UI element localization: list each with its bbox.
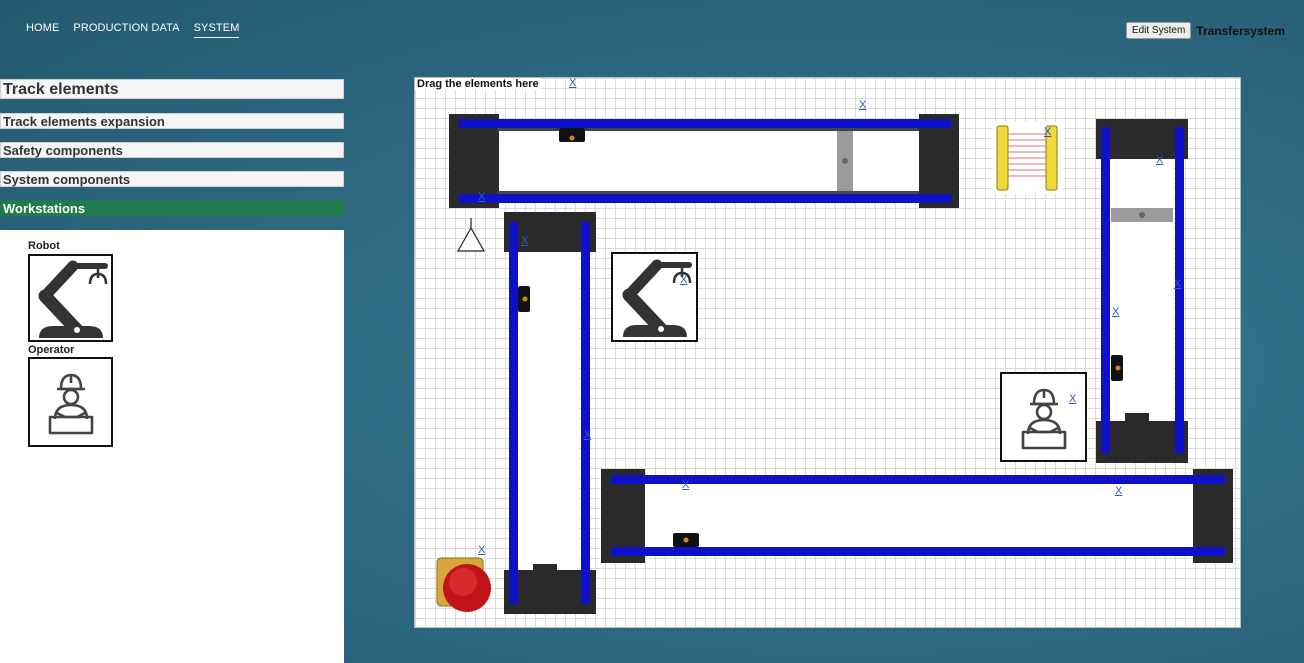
tool-label-robot: Robot xyxy=(28,240,60,252)
system-title: Transfersystem xyxy=(1196,23,1285,38)
robot-arm-icon xyxy=(38,260,108,338)
robot-workstation[interactable] xyxy=(611,252,698,342)
robot-tool[interactable] xyxy=(28,254,113,342)
remove-link[interactable]: X xyxy=(478,545,485,556)
triangle-marker-icon[interactable] xyxy=(455,216,487,256)
conveyor-horizontal-bottom[interactable] xyxy=(601,468,1235,564)
nav-system[interactable]: SYSTEM xyxy=(193,22,240,38)
emergency-stop-icon[interactable] xyxy=(433,550,495,614)
nav-production-data[interactable]: PRODUCTION DATA xyxy=(73,22,179,38)
workstations-panel: Robot Operator xyxy=(0,230,344,663)
remove-link[interactable]: X xyxy=(1156,155,1163,166)
accordion-workstations[interactable]: Workstations xyxy=(0,200,344,216)
remove-link[interactable]: X xyxy=(859,100,866,111)
accordion-safety-components[interactable]: Safety components xyxy=(0,142,344,158)
operator-workstation[interactable] xyxy=(1000,372,1087,462)
layout-canvas[interactable]: Drag the elements here X X X X X X X X X… xyxy=(414,77,1241,628)
remove-link[interactable]: X xyxy=(1115,486,1122,497)
light-curtain-icon[interactable] xyxy=(993,122,1063,194)
tool-label-operator: Operator xyxy=(28,344,75,356)
remove-link[interactable]: X xyxy=(1069,394,1076,405)
edit-system-button[interactable]: Edit System xyxy=(1125,22,1192,39)
accordion-track-elements[interactable]: Track elements xyxy=(0,79,344,99)
remove-link[interactable]: X xyxy=(680,275,687,286)
remove-link[interactable]: X xyxy=(682,480,689,491)
header-right: Edit System Transfersystem xyxy=(1125,22,1285,39)
drop-hint: Drag the elements here xyxy=(415,78,541,90)
remove-link[interactable]: X xyxy=(1112,307,1119,318)
remove-link[interactable]: X xyxy=(478,192,485,203)
accordion-track-elements-expansion[interactable]: Track elements expansion xyxy=(0,113,344,129)
remove-link[interactable]: X xyxy=(569,78,576,89)
conveyor-horizontal-top[interactable] xyxy=(449,113,961,209)
operator-icon xyxy=(48,373,93,435)
operator-tool[interactable] xyxy=(28,357,113,447)
remove-link[interactable]: X xyxy=(1044,127,1051,138)
conveyor-vertical-right[interactable] xyxy=(1095,119,1189,465)
nav-home[interactable]: HOME xyxy=(26,22,59,38)
remove-link[interactable]: X xyxy=(521,236,528,247)
accordion-system-components[interactable]: System components xyxy=(0,171,344,187)
conveyor-vertical-left[interactable] xyxy=(503,212,597,616)
main-nav: HOME PRODUCTION DATA SYSTEM xyxy=(26,22,240,38)
remove-link[interactable]: X xyxy=(584,430,591,441)
robot-arm-icon xyxy=(622,259,692,337)
operator-icon xyxy=(1021,388,1066,450)
remove-link[interactable]: X xyxy=(1174,279,1181,290)
